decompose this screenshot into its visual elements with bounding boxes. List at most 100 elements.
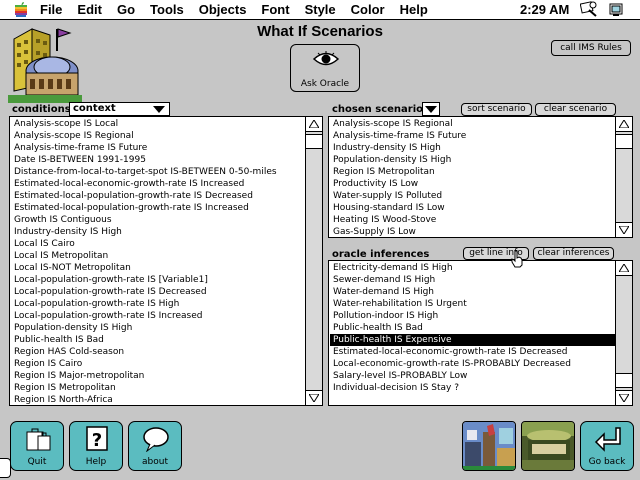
list-item[interactable]: Date IS-BETWEEN 1991-1995 [11, 154, 305, 166]
clear-scenario-button[interactable]: clear scenario [535, 103, 616, 116]
menu-style[interactable]: Style [305, 1, 336, 18]
landscape-thumbnail[interactable] [521, 421, 575, 471]
list-item[interactable]: Region IS North-Africa [11, 394, 305, 404]
list-item[interactable]: Estimated-local-population-growth-rate I… [11, 202, 305, 214]
scroll-down-arrow[interactable] [306, 390, 322, 405]
list-item[interactable]: Growth IS Contiguous [11, 214, 305, 226]
arrow-up-icon [309, 120, 319, 128]
list-item[interactable]: Population-density IS High [11, 322, 305, 334]
scroll-down-arrow[interactable] [616, 390, 632, 405]
about-button[interactable]: about [128, 421, 182, 471]
list-item[interactable]: Estimated-local-economic-growth-rate IS … [11, 178, 305, 190]
list-item[interactable]: Industry-density IS High [11, 226, 305, 238]
list-item[interactable]: Local-population-growth-rate IS Increase… [11, 310, 305, 322]
application-menu-icon[interactable] [608, 1, 626, 18]
go-back-label: Go back [588, 457, 626, 467]
clear-inferences-button[interactable]: clear inferences [533, 247, 614, 260]
menubar-clock[interactable]: 2:29 AM [520, 1, 569, 18]
menu-font[interactable]: Font [261, 1, 289, 18]
list-item[interactable]: Public-health IS Bad [330, 322, 615, 334]
list-item[interactable]: Region IS Metropolitan [11, 382, 305, 394]
scroll-thumb[interactable] [306, 134, 322, 149]
apple-menu-icon[interactable] [14, 1, 28, 17]
menu-color[interactable]: Color [351, 1, 385, 18]
list-item[interactable]: Productivity IS Low [330, 178, 615, 190]
oracle-inferences-label: oracle inferences [332, 249, 430, 260]
inferences-scrollbar[interactable] [615, 261, 632, 405]
list-item[interactable]: Pollution-indoor IS High [330, 310, 615, 322]
list-item[interactable]: Local-population-growth-rate IS Decrease… [11, 286, 305, 298]
list-item[interactable]: Region IS Metropolitan [330, 166, 615, 178]
balloon-help-icon[interactable] [580, 1, 598, 18]
list-item[interactable]: Local IS Metropolitan [11, 250, 305, 262]
list-item[interactable]: Region HAS Cold-season [11, 346, 305, 358]
conditions-rows: Analysis-scope IS Local Analysis-scope IS… [11, 118, 305, 404]
list-item[interactable]: Local IS-NOT Metropolitan [11, 262, 305, 274]
list-item[interactable]: Salary-level IS-PROBABLY Low [330, 370, 615, 382]
scenario-scrollbar[interactable] [615, 117, 632, 237]
scenario-list[interactable]: Analysis-scope IS Regional Analysis-time-… [328, 116, 633, 238]
list-item[interactable]: Estimated-local-economic-growth-rate IS … [330, 346, 615, 358]
context-dropdown[interactable]: context [69, 102, 170, 116]
conditions-scrollbar[interactable] [305, 117, 322, 405]
call-ims-rules-button[interactable]: call IMS Rules [551, 40, 631, 56]
list-item[interactable]: Region IS Major-metropolitan [11, 370, 305, 382]
scroll-up-arrow[interactable] [616, 117, 632, 132]
return-arrow-icon [594, 427, 621, 452]
sort-scenario-button[interactable]: sort scenario [461, 103, 532, 116]
list-item[interactable]: Estimated-local-population-growth-rate I… [11, 190, 305, 202]
list-item[interactable]: Individual-decision IS Stay ? [330, 382, 615, 394]
menu-edit[interactable]: Edit [77, 1, 102, 18]
scroll-down-arrow[interactable] [616, 222, 632, 237]
list-item[interactable]: Water-supply IS Polluted [330, 190, 615, 202]
go-back-button[interactable]: Go back [580, 421, 634, 471]
menu-go[interactable]: Go [117, 1, 135, 18]
menu-objects[interactable]: Objects [199, 1, 247, 18]
edge-tab[interactable] [0, 458, 11, 478]
help-button[interactable]: ? Help [69, 421, 123, 471]
arrow-down-icon [309, 394, 319, 402]
ask-oracle-button[interactable]: Ask Oracle [290, 44, 360, 92]
scroll-thumb[interactable] [616, 134, 632, 149]
menu-file[interactable]: File [40, 1, 62, 18]
list-item[interactable]: Local IS Cairo [11, 238, 305, 250]
arrow-up-icon [619, 264, 629, 272]
quit-button[interactable]: Quit [10, 421, 64, 471]
list-item[interactable]: Distance-from-local-to-target-spot IS-BE… [11, 166, 305, 178]
scenario-dropdown[interactable] [422, 102, 440, 116]
scroll-up-arrow[interactable] [616, 261, 632, 276]
menu-help[interactable]: Help [400, 1, 428, 18]
list-item[interactable]: Housing-standard IS Low [330, 202, 615, 214]
list-item[interactable]: Population-density IS High [330, 154, 615, 166]
list-item[interactable]: Gas-Supply IS Low [330, 226, 615, 236]
list-item[interactable]: Local-population-growth-rate IS [Variabl… [11, 274, 305, 286]
list-item[interactable]: Sewer-demand IS High [330, 274, 615, 286]
conditions-list[interactable]: Analysis-scope IS Local Analysis-scope IS… [9, 116, 323, 406]
city-map-thumbnail[interactable] [462, 421, 516, 471]
list-item[interactable]: Local-population-growth-rate IS High [11, 298, 305, 310]
list-item[interactable]: Analysis-time-frame IS Future [11, 142, 305, 154]
list-item[interactable]: Public-health IS Bad [11, 334, 305, 346]
menu-list: File Edit Go Tools Objects Font Style Co… [40, 1, 443, 18]
list-item[interactable]: Water-demand IS High [330, 286, 615, 298]
list-item[interactable]: Water-rehabilitation IS Urgent [330, 298, 615, 310]
eye-icon [313, 51, 339, 66]
list-item[interactable]: Local-economic-growth-rate IS-PROBABLY D… [330, 358, 615, 370]
list-item[interactable]: Analysis-scope IS Regional [11, 130, 305, 142]
list-item[interactable]: Analysis-time-frame IS Future [330, 130, 615, 142]
dropdown-arrow-icon [153, 106, 165, 113]
list-item[interactable]: Region IS Cairo [11, 358, 305, 370]
list-item[interactable]: Analysis-scope IS Local [11, 118, 305, 130]
arrow-down-icon [619, 226, 629, 234]
city-map-image [463, 422, 515, 470]
scroll-thumb[interactable] [616, 373, 632, 388]
list-item[interactable]: Public-health IS Expensive [330, 334, 615, 346]
list-item[interactable]: Industry-density IS High [330, 142, 615, 154]
list-item[interactable]: Heating IS Wood-Stove [330, 214, 615, 226]
inferences-list[interactable]: Electricity-demand IS High Sewer-demand I… [328, 260, 633, 406]
menu-tools[interactable]: Tools [150, 1, 184, 18]
hand-cursor-icon [511, 250, 523, 268]
list-item[interactable]: Electricity-demand IS High [330, 262, 615, 274]
list-item[interactable]: Analysis-scope IS Regional [330, 118, 615, 130]
scroll-up-arrow[interactable] [306, 117, 322, 132]
